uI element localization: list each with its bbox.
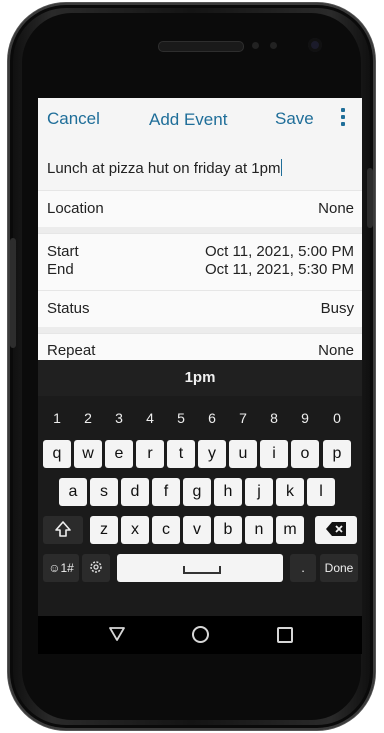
key-m[interactable]: m [276, 516, 304, 544]
date-time-row[interactable]: Start Oct 11, 2021, 5:00 PM End Oct 11, … [38, 233, 362, 290]
back-triangle-icon[interactable] [108, 626, 126, 642]
page-title: Add Event [149, 110, 228, 129]
start-label: Start [47, 243, 79, 260]
key-f[interactable]: f [152, 478, 180, 506]
symbols-key[interactable]: ☺1# [43, 554, 79, 582]
key-d[interactable]: d [121, 478, 149, 506]
key-1[interactable]: 1 [43, 404, 71, 432]
key-y[interactable]: y [198, 440, 226, 468]
key-j[interactable]: j [245, 478, 273, 506]
start-value[interactable]: Oct 11, 2021, 5:00 PM [205, 243, 354, 260]
key-6[interactable]: 6 [198, 404, 226, 432]
add-event-app: Cancel Add Event Save Lunch at pizza hut… [38, 98, 362, 364]
key-v[interactable]: v [183, 516, 211, 544]
key-a[interactable]: a [59, 478, 87, 506]
key-o[interactable]: o [291, 440, 319, 468]
cancel-button[interactable]: Cancel [47, 109, 100, 129]
key-2[interactable]: 2 [74, 404, 102, 432]
proximity-sensor [252, 42, 259, 49]
key-i[interactable]: i [260, 440, 288, 468]
key-3[interactable]: 3 [105, 404, 133, 432]
screen: Cancel Add Event Save Lunch at pizza hut… [38, 98, 362, 654]
settings-gear-icon[interactable] [82, 554, 110, 582]
suggestion-item[interactable]: 1pm [38, 369, 362, 386]
space-bar[interactable] [117, 554, 283, 582]
overflow-menu-icon[interactable] [338, 108, 348, 130]
shift-icon[interactable] [43, 516, 83, 544]
volume-button [10, 238, 16, 348]
status-value: Busy [320, 300, 354, 317]
key-n[interactable]: n [245, 516, 273, 544]
save-button[interactable]: Save [275, 109, 314, 129]
status-label: Status [47, 300, 90, 317]
key-8[interactable]: 8 [260, 404, 288, 432]
power-button [367, 168, 373, 228]
location-value: None [318, 200, 354, 217]
soft-keyboard: 1pm 1 2 3 4 5 6 7 8 9 0 q w e r t y u i … [38, 360, 362, 616]
event-title-input[interactable]: Lunch at pizza hut on friday at 1pm [47, 160, 280, 177]
key-q[interactable]: q [43, 440, 71, 468]
location-row[interactable]: Location None [38, 190, 362, 227]
key-5[interactable]: 5 [167, 404, 195, 432]
key-w[interactable]: w [74, 440, 102, 468]
event-title-field[interactable]: Lunch at pizza hut on friday at 1pm [38, 152, 362, 186]
key-e[interactable]: e [105, 440, 133, 468]
key-g[interactable]: g [183, 478, 211, 506]
key-k[interactable]: k [276, 478, 304, 506]
key-4[interactable]: 4 [136, 404, 164, 432]
key-t[interactable]: t [167, 440, 195, 468]
status-row[interactable]: Status Busy [38, 290, 362, 327]
repeat-label: Repeat [47, 342, 96, 359]
suggestion-strip: 1pm [38, 360, 362, 396]
text-cursor [281, 159, 283, 176]
recents-square-icon[interactable] [277, 627, 293, 643]
space-icon [183, 566, 221, 574]
front-camera [308, 38, 322, 52]
key-z[interactable]: z [90, 516, 118, 544]
phone-frame: Cancel Add Event Save Lunch at pizza hut… [8, 3, 375, 730]
period-key[interactable]: . [290, 554, 316, 582]
key-h[interactable]: h [214, 478, 242, 506]
key-x[interactable]: x [121, 516, 149, 544]
light-sensor [270, 42, 277, 49]
toolbar: Cancel Add Event Save [38, 98, 362, 140]
home-circle-icon[interactable] [192, 626, 209, 643]
end-label: End [47, 261, 74, 278]
key-0[interactable]: 0 [323, 404, 351, 432]
end-value[interactable]: Oct 11, 2021, 5:30 PM [205, 261, 354, 278]
key-9[interactable]: 9 [291, 404, 319, 432]
key-r[interactable]: r [136, 440, 164, 468]
key-l[interactable]: l [307, 478, 335, 506]
done-button[interactable]: Done [320, 554, 358, 582]
backspace-icon[interactable] [315, 516, 357, 544]
key-b[interactable]: b [214, 516, 242, 544]
key-s[interactable]: s [90, 478, 118, 506]
key-7[interactable]: 7 [229, 404, 257, 432]
key-p[interactable]: p [323, 440, 351, 468]
earpiece-speaker [158, 41, 244, 52]
key-u[interactable]: u [229, 440, 257, 468]
location-label: Location [47, 200, 104, 217]
repeat-value: None [318, 342, 354, 359]
key-c[interactable]: c [152, 516, 180, 544]
android-nav-bar [38, 616, 362, 654]
